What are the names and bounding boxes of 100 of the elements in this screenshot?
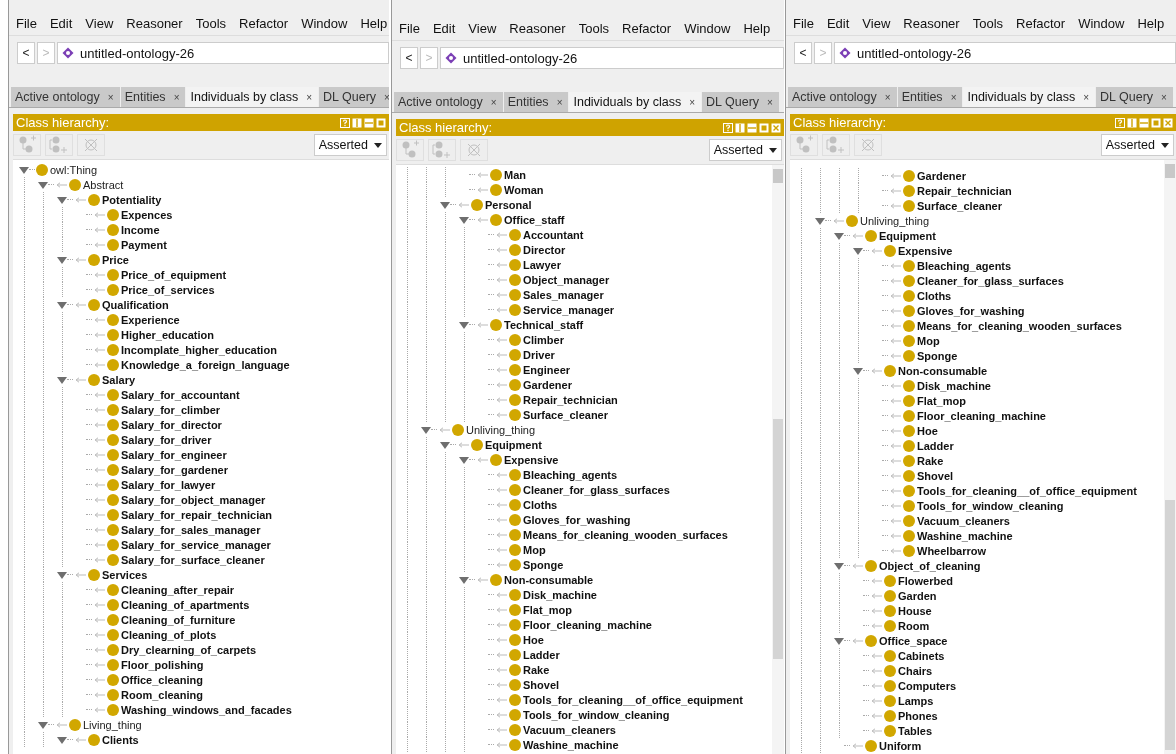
- scrollbar[interactable]: [1164, 160, 1176, 754]
- tree-item[interactable]: Gardener: [523, 378, 572, 391]
- tab[interactable]: Individuals by class ×: [569, 92, 702, 112]
- maximize-icon[interactable]: [1151, 117, 1161, 128]
- tree-item[interactable]: Rake: [917, 454, 944, 467]
- menu-item[interactable]: Refactor: [622, 21, 672, 36]
- menu-item[interactable]: File: [399, 21, 420, 36]
- tree-item[interactable]: Hoe: [917, 424, 938, 437]
- tab[interactable]: Active ontology ×: [394, 92, 504, 112]
- tree-item[interactable]: Cloths: [917, 289, 952, 302]
- tree-item[interactable]: Tables: [898, 724, 933, 737]
- back-button[interactable]: <: [400, 47, 418, 69]
- menu-item[interactable]: Refactor: [1016, 16, 1066, 31]
- tree-item[interactable]: Office_staff: [504, 213, 565, 226]
- tree-item[interactable]: Salary_for_object_manager: [121, 493, 266, 506]
- tree-item[interactable]: Ladder: [917, 439, 954, 452]
- menu-item[interactable]: Refactor: [239, 16, 289, 31]
- tree-item[interactable]: Director: [523, 243, 566, 256]
- expand-triangle-icon[interactable]: [459, 319, 469, 330]
- tree-item[interactable]: Flat_mop: [523, 603, 572, 616]
- expand-triangle-icon[interactable]: [57, 299, 67, 310]
- tree-item[interactable]: Shovel: [523, 678, 560, 691]
- tree-item[interactable]: Payment: [121, 238, 167, 251]
- menu-item[interactable]: Reasoner: [509, 21, 566, 36]
- tree-item[interactable]: Surface_cleaner: [917, 199, 1002, 212]
- menu-item[interactable]: File: [16, 16, 37, 31]
- tree-item[interactable]: Disk_machine: [917, 379, 991, 392]
- tree-item[interactable]: Cabinets: [898, 649, 945, 662]
- split-icon[interactable]: [352, 117, 362, 128]
- tree-item[interactable]: Unliving_thing: [860, 214, 930, 227]
- tree-item[interactable]: Sponge: [523, 558, 564, 571]
- tree-item[interactable]: Office_space: [879, 634, 948, 647]
- tree-item[interactable]: Salary_for_surface_cleaner: [121, 553, 265, 566]
- tree-item[interactable]: Bleaching_agents: [523, 468, 618, 481]
- menu-item[interactable]: View: [468, 21, 497, 36]
- tree-item[interactable]: Service_manager: [523, 303, 615, 316]
- tree-item[interactable]: Washine_machine: [523, 738, 619, 751]
- tree-item[interactable]: Means_for_cleaning_wooden_surfaces: [523, 528, 728, 541]
- tree-item[interactable]: Repair_technician: [523, 393, 618, 406]
- tree-item[interactable]: Floor_cleaning_machine: [523, 618, 652, 631]
- tab[interactable]: Entities ×: [503, 92, 570, 112]
- tree-item[interactable]: Engineer: [523, 363, 571, 376]
- menu-item[interactable]: Reasoner: [903, 16, 960, 31]
- menu-item[interactable]: Tools: [972, 16, 1004, 31]
- tree-item[interactable]: Salary_for_director: [121, 418, 222, 431]
- expand-triangle-icon[interactable]: [834, 230, 844, 241]
- reasoner-mode-dropdown[interactable]: Asserted: [1100, 134, 1174, 156]
- minimize-icon[interactable]: [1139, 117, 1149, 128]
- tree-item[interactable]: Higher_education: [121, 328, 214, 341]
- expand-triangle-icon[interactable]: [459, 214, 469, 225]
- tree-item[interactable]: Services: [102, 568, 148, 581]
- tree-item[interactable]: Expensive: [898, 244, 953, 257]
- tree-item[interactable]: Cleaner_for_glass_surfaces: [917, 274, 1064, 287]
- tab[interactable]: DL Query ×: [1096, 87, 1174, 107]
- tree-item[interactable]: Non-consumable: [504, 573, 594, 586]
- menu-item[interactable]: Window: [684, 21, 731, 36]
- tree-item[interactable]: Computers: [898, 679, 957, 692]
- expand-triangle-icon[interactable]: [815, 215, 825, 226]
- tree-item[interactable]: Means_for_cleaning_wooden_surfaces: [917, 319, 1122, 332]
- menu-item[interactable]: View: [862, 16, 891, 31]
- expand-triangle-icon[interactable]: [440, 439, 450, 450]
- tree-item[interactable]: Gardener: [917, 169, 966, 182]
- tree-item[interactable]: Cleaning_of_furniture: [121, 613, 236, 626]
- tree-item[interactable]: Equipment: [879, 229, 936, 242]
- expand-triangle-icon[interactable]: [853, 365, 863, 376]
- expand-triangle-icon[interactable]: [834, 635, 844, 646]
- tree-item[interactable]: Repair_technician: [917, 184, 1012, 197]
- expand-triangle-icon[interactable]: [57, 734, 67, 745]
- tree-item[interactable]: Hoe: [523, 633, 544, 646]
- tree-item[interactable]: owl:Thing: [50, 163, 98, 176]
- tree-item[interactable]: Sponge: [917, 349, 958, 362]
- tab[interactable]: Entities ×: [120, 87, 187, 107]
- tree-item[interactable]: Washing_windows_and_facades: [121, 703, 292, 716]
- close-icon[interactable]: [1163, 117, 1173, 128]
- expand-triangle-icon[interactable]: [57, 194, 67, 205]
- tree-item[interactable]: Flowerbed: [898, 574, 953, 587]
- tree-item[interactable]: Accountant: [523, 228, 584, 241]
- tab[interactable]: DL Query ×: [319, 87, 389, 107]
- tree-item[interactable]: Object_of_cleaning: [879, 559, 981, 572]
- tree-item[interactable]: Garden: [898, 589, 937, 602]
- tree-item[interactable]: Price: [102, 253, 129, 266]
- close-icon[interactable]: [771, 122, 781, 133]
- expand-triangle-icon[interactable]: [38, 179, 48, 190]
- menu-item[interactable]: Edit: [49, 16, 73, 31]
- tree-item[interactable]: Flat_mop: [917, 394, 966, 407]
- tree-item[interactable]: Unliving_thing: [466, 423, 536, 436]
- tree-item[interactable]: Floor_polishing: [121, 658, 204, 671]
- help-icon[interactable]: [1115, 117, 1125, 128]
- help-icon[interactable]: [340, 117, 350, 128]
- help-icon[interactable]: [723, 122, 733, 133]
- expand-triangle-icon[interactable]: [421, 424, 431, 435]
- tree-item[interactable]: Rake: [523, 663, 550, 676]
- tree-item[interactable]: Climber: [523, 333, 564, 346]
- tree-item[interactable]: Tools_for_cleaning__of_office_equipment: [523, 693, 743, 706]
- reasoner-mode-dropdown[interactable]: Asserted: [313, 134, 387, 156]
- tree-item[interactable]: Room_cleaning: [121, 688, 203, 701]
- tree-item[interactable]: Potentiality: [102, 193, 162, 206]
- tree-item[interactable]: Mop: [917, 334, 940, 347]
- tree-item[interactable]: Non-consumable: [898, 364, 988, 377]
- ontology-field[interactable]: untitled-ontology-26: [57, 42, 389, 64]
